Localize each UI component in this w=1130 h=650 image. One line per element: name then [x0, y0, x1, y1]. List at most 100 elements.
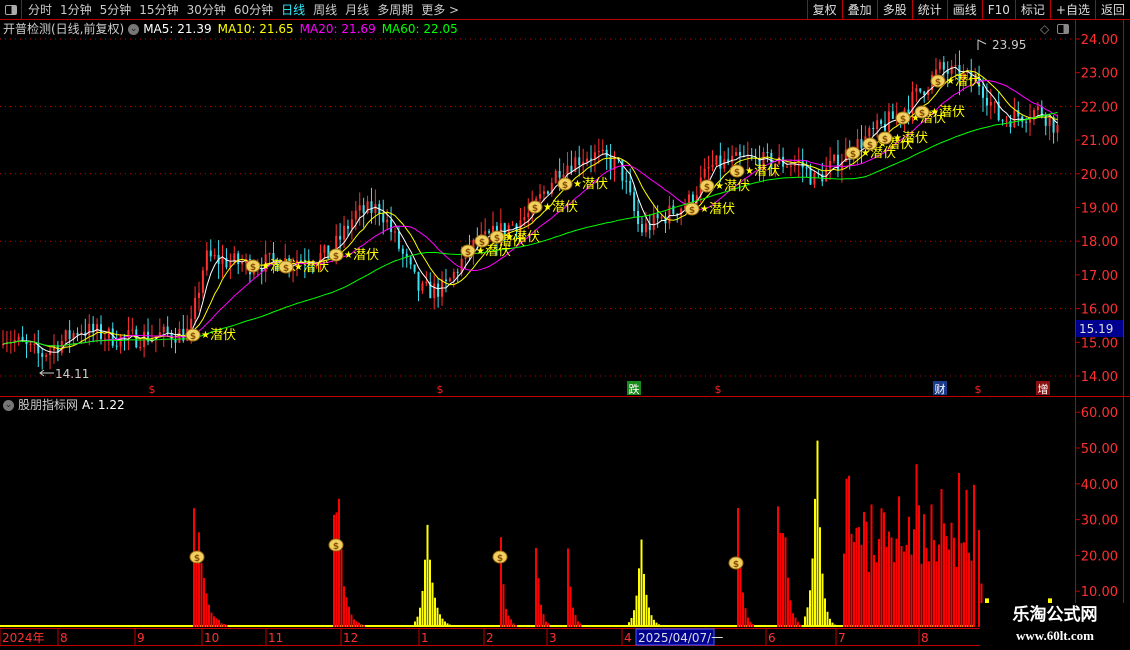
star-icon: ★ — [715, 181, 724, 192]
indicator-bar — [345, 597, 348, 627]
indicator-bar — [749, 621, 752, 627]
candle-body — [637, 211, 640, 225]
indicator-bar — [655, 622, 658, 627]
candle-body — [542, 191, 545, 194]
star-icon: ★ — [930, 107, 939, 118]
candle-body — [96, 324, 99, 332]
money-bag-symbol: $ — [494, 234, 500, 244]
candle-body — [421, 283, 424, 291]
candle — [358, 192, 361, 226]
candle-body — [766, 152, 769, 154]
candle — [637, 199, 640, 232]
indicator-bar — [635, 595, 638, 627]
candle — [590, 145, 592, 173]
indicator-bar — [779, 533, 782, 627]
star-icon: ★ — [543, 202, 552, 213]
signal-label: 潜伏 — [754, 164, 780, 179]
candle-body — [448, 278, 451, 282]
indicator-y-tick-label: 20.00 — [1081, 549, 1118, 564]
money-bag-symbol: $ — [900, 115, 906, 125]
chevron-down-icon[interactable]: ⌄ — [3, 400, 14, 411]
candle-body — [444, 279, 447, 282]
indicator-y-tick-label: 50.00 — [1081, 442, 1118, 457]
indicator-bar — [950, 522, 953, 627]
diamond-icon[interactable]: ◇ — [1040, 22, 1049, 36]
signal-marker: $ — [328, 248, 344, 262]
candle — [131, 317, 134, 335]
y-tick-label: 17.00 — [1081, 269, 1118, 284]
candle — [21, 326, 24, 343]
star-icon: ★ — [505, 232, 514, 243]
indicator-bar — [640, 539, 643, 627]
candle — [158, 318, 161, 337]
candle-body — [786, 166, 788, 168]
candle-body — [205, 250, 208, 271]
candle-body — [452, 271, 455, 279]
indicator-bar — [633, 610, 635, 627]
candle — [88, 314, 91, 346]
indicator-y-tick-label: 10.00 — [1081, 585, 1118, 600]
y-tick-label: 24.00 — [1081, 33, 1118, 48]
candle — [652, 205, 655, 235]
indicator-bar — [928, 561, 930, 627]
candle — [127, 316, 130, 351]
signal-label: 潜伏 — [353, 248, 379, 263]
indicator-bar — [968, 552, 970, 627]
indicator-bar — [223, 624, 225, 627]
indicator-bar — [579, 623, 582, 627]
star-icon: ★ — [261, 261, 270, 272]
candle-body — [982, 86, 984, 98]
indicator-bar — [873, 554, 875, 627]
candle-body — [33, 343, 36, 345]
candle-body — [1036, 106, 1039, 111]
candle-body — [68, 330, 71, 339]
candle — [213, 248, 216, 260]
signal-label: 潜伏 — [709, 202, 735, 217]
candle-body — [323, 245, 326, 253]
candle-body — [527, 212, 530, 218]
candle-body — [750, 156, 753, 158]
candle-body — [738, 152, 741, 156]
candle — [942, 55, 945, 79]
candle-body — [601, 149, 604, 152]
candle-body — [511, 224, 514, 226]
indicator-bar — [953, 537, 955, 627]
money-bag-symbol: $ — [867, 141, 873, 151]
candle — [605, 144, 608, 170]
indicator-bar — [416, 616, 419, 627]
indicator-bar — [797, 621, 799, 627]
panel-icon[interactable] — [1057, 24, 1069, 34]
watermark-name: 乐淘公式网 — [1012, 605, 1098, 625]
candle-body — [358, 205, 361, 211]
candle-body — [891, 111, 894, 119]
indicator-bar — [742, 592, 744, 627]
candle-body — [386, 219, 389, 223]
candle — [13, 329, 16, 352]
kline-chart[interactable]: 24.00 23.00 22.00 21.00 20.00 19.00 18.00 17.00… — [0, 0, 1130, 650]
indicator-bar — [338, 498, 340, 627]
candle — [201, 266, 204, 299]
indicator-bar — [804, 616, 806, 627]
indicator-bar — [777, 506, 779, 627]
main-legend: 开普检测(日线,前复权) ⌄ MA5: 21.39 MA10: 21.65 MA20… — [3, 21, 458, 37]
candle-body — [652, 213, 655, 231]
indicator-bar — [436, 607, 439, 627]
indicator-bar — [414, 621, 416, 627]
candle — [437, 278, 440, 308]
indicator-bar — [439, 614, 441, 627]
signal-marker: $ — [527, 200, 543, 214]
indicator-bar — [870, 504, 873, 627]
candle-body — [103, 338, 106, 340]
candle — [735, 147, 738, 157]
date-cursor-label: 2025/04/07/一 — [638, 631, 723, 645]
candle — [927, 86, 930, 101]
indicator-bar — [360, 624, 363, 627]
indicator-bar — [638, 568, 640, 627]
indicator-bar — [845, 478, 848, 627]
candle — [833, 153, 836, 164]
dividend-marker: $ — [149, 383, 156, 396]
indicator-bar — [963, 542, 965, 627]
candle-body — [49, 350, 52, 356]
candle-body — [605, 149, 608, 157]
chevron-down-icon[interactable]: ⌄ — [128, 24, 140, 35]
